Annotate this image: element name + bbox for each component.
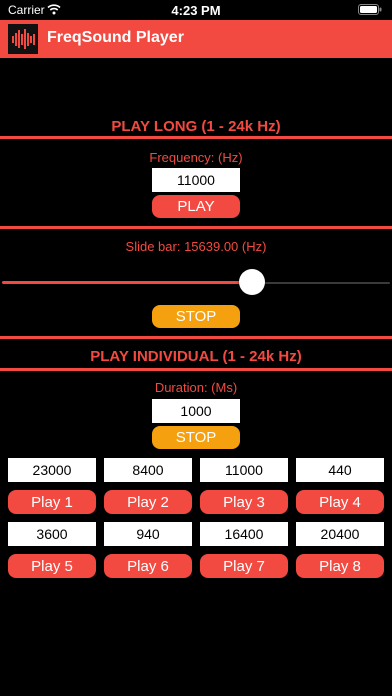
frequency-label: Frequency: (Hz) <box>149 150 243 165</box>
section-divider <box>0 336 392 339</box>
play-long-button[interactable]: PLAY <box>152 195 240 218</box>
play-5-button[interactable]: Play 5 <box>8 554 96 578</box>
waveform-logo-icon <box>8 24 38 54</box>
slider-track-empty <box>252 282 390 284</box>
section-divider <box>0 136 392 139</box>
section-divider <box>0 226 392 229</box>
status-bar: Carrier 4:23 PM <box>0 0 392 20</box>
duration-label: Duration: (Ms) <box>154 380 238 395</box>
play-3-button[interactable]: Play 3 <box>200 490 288 514</box>
play-individual-heading: PLAY INDIVIDUAL (1 - 24k Hz) <box>90 348 302 365</box>
play-2-button[interactable]: Play 2 <box>104 490 192 514</box>
duration-input[interactable] <box>152 399 240 423</box>
section-divider <box>0 368 392 371</box>
tone-2-frequency-input[interactable] <box>104 458 192 482</box>
slider-label: Slide bar: 15639.00 (Hz) <box>125 239 267 254</box>
tone-7-frequency-input[interactable] <box>200 522 288 546</box>
play-1-button[interactable]: Play 1 <box>8 490 96 514</box>
tone-4-frequency-input[interactable] <box>296 458 384 482</box>
tone-5-frequency-input[interactable] <box>8 522 96 546</box>
tone-6-frequency-input[interactable] <box>104 522 192 546</box>
individual-stop-button[interactable]: STOP <box>152 426 240 449</box>
slider-track-filled <box>2 281 252 284</box>
slider-thumb[interactable] <box>239 269 265 295</box>
frequency-input[interactable] <box>152 168 240 192</box>
nav-bar: FreqSound Player <box>0 20 392 58</box>
slider-stop-button[interactable]: STOP <box>152 305 240 328</box>
tone-3-frequency-input[interactable] <box>200 458 288 482</box>
play-long-heading: PLAY LONG (1 - 24k Hz) <box>111 118 281 135</box>
tone-8-frequency-input[interactable] <box>296 522 384 546</box>
play-7-button[interactable]: Play 7 <box>200 554 288 578</box>
play-4-button[interactable]: Play 4 <box>296 490 384 514</box>
app-title: FreqSound Player <box>47 29 184 46</box>
clock: 4:23 PM <box>171 3 221 18</box>
play-8-button[interactable]: Play 8 <box>296 554 384 578</box>
battery-icon <box>358 4 382 15</box>
tone-1-frequency-input[interactable] <box>8 458 96 482</box>
play-6-button[interactable]: Play 6 <box>104 554 192 578</box>
